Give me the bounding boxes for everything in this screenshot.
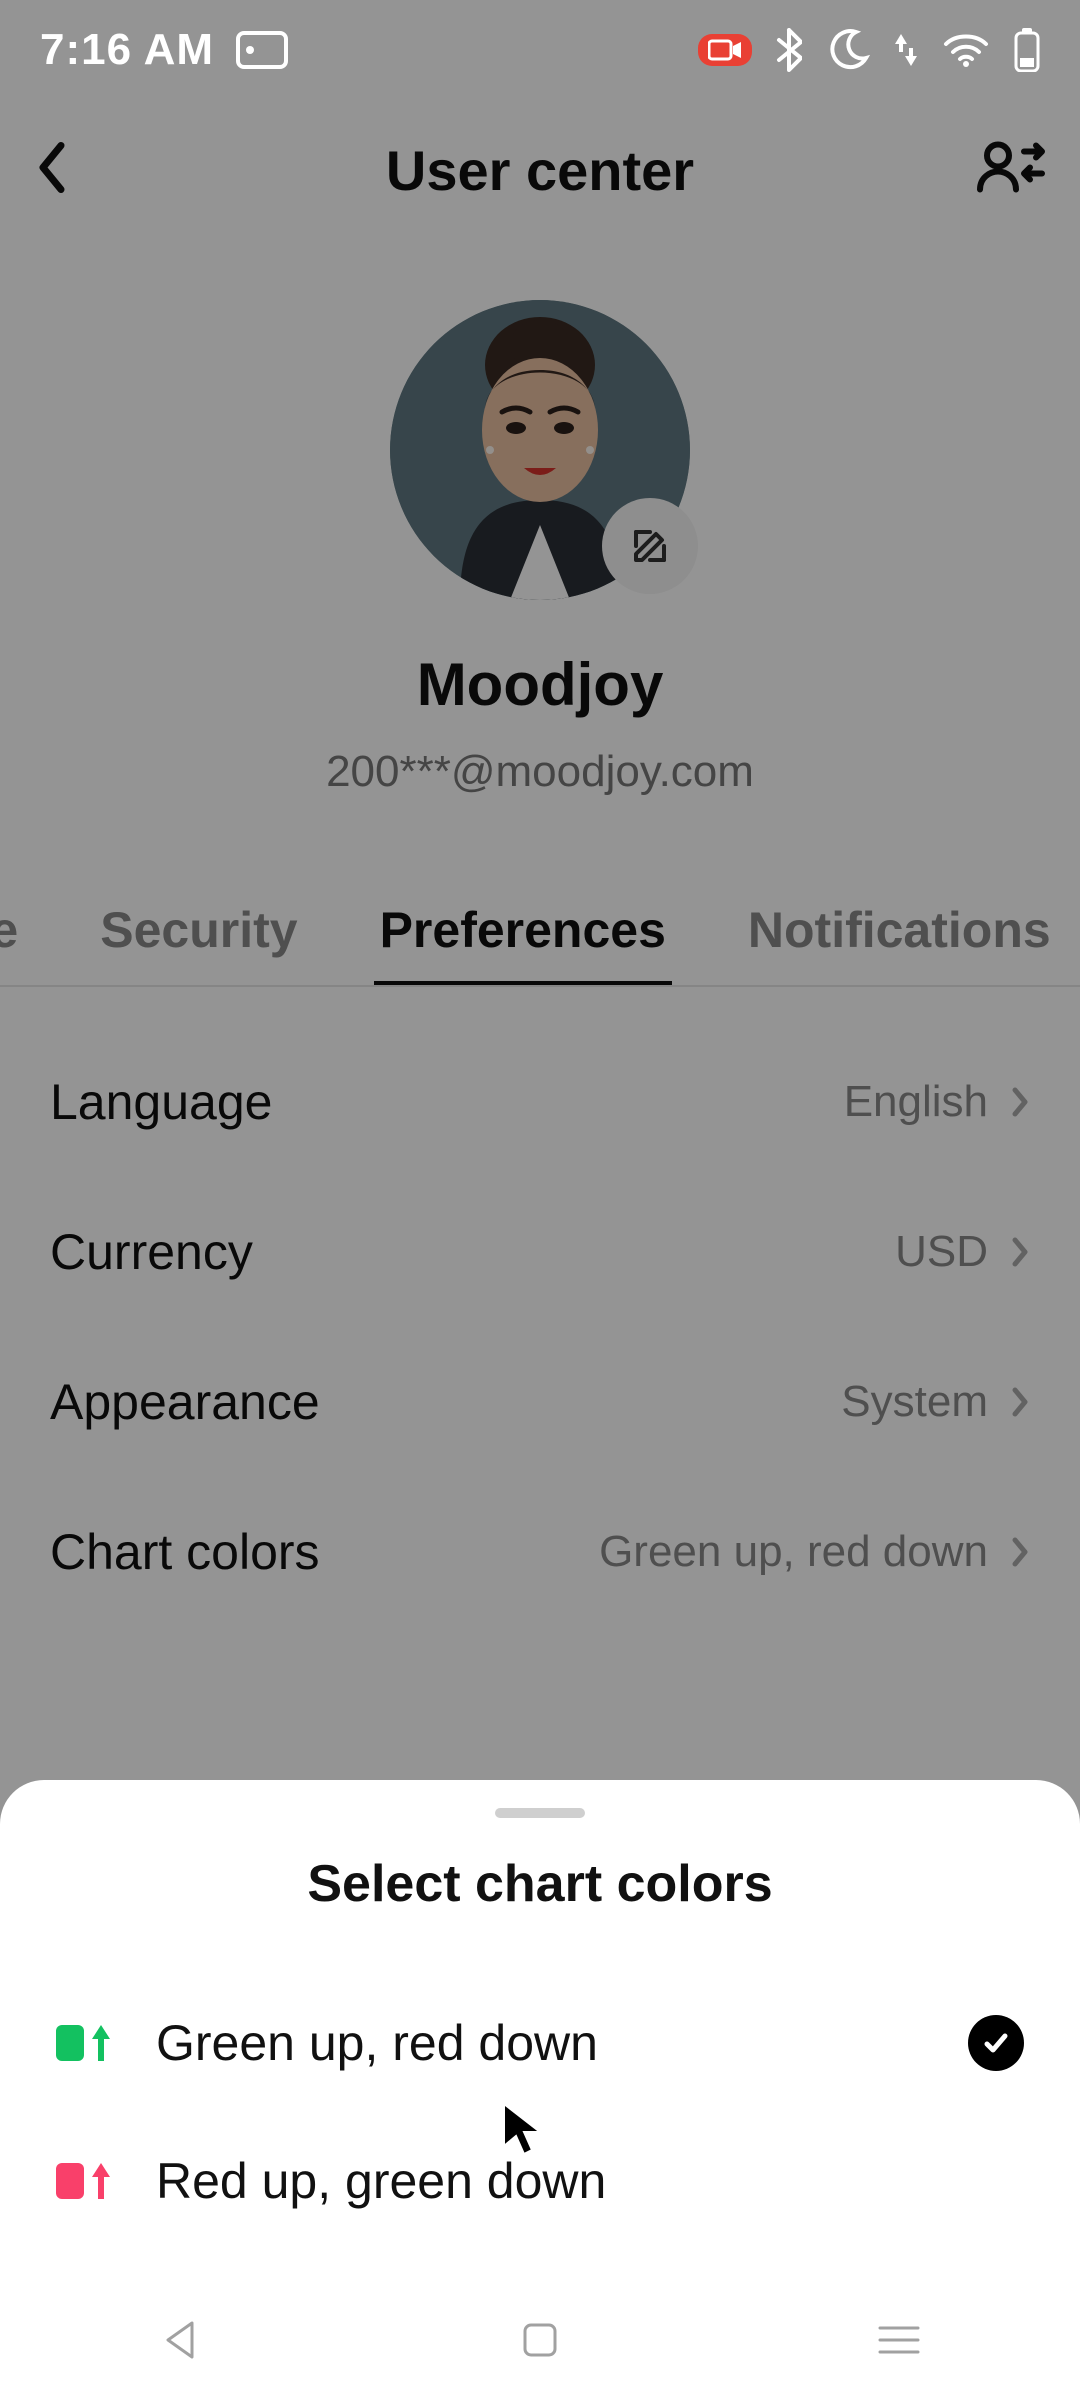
- profile-section: Moodjoy 200***@moodjoy.com: [0, 240, 1080, 877]
- option-label: Green up, red down: [156, 2014, 924, 2072]
- app-header: User center: [0, 100, 1080, 240]
- tabs: file Security Preferences Notifications: [0, 877, 1080, 987]
- tab-preferences[interactable]: Preferences: [374, 901, 672, 985]
- row-label: Currency: [50, 1223, 253, 1281]
- nav-home-icon[interactable]: [519, 2319, 561, 2361]
- status-bar: 7:16 AM: [0, 0, 1080, 100]
- tab-security[interactable]: Security: [94, 901, 303, 985]
- edit-icon: [628, 524, 672, 568]
- row-value: English: [844, 1077, 988, 1127]
- battery-icon: [1014, 28, 1040, 72]
- bluetooth-icon: [776, 28, 802, 72]
- sheet-title: Select chart colors: [0, 1854, 1080, 1914]
- chart-color-option-green-up[interactable]: Green up, red down: [0, 1974, 1080, 2112]
- row-value: Green up, red down: [599, 1527, 988, 1577]
- chevron-left-icon: [34, 138, 70, 198]
- nav-recents-icon[interactable]: [876, 2322, 922, 2358]
- profile-name: Moodjoy: [417, 650, 664, 719]
- nav-back-icon[interactable]: [158, 2317, 204, 2363]
- green-up-icon: [56, 2023, 112, 2063]
- record-indicator: [698, 34, 752, 66]
- selected-check-icon: [968, 2015, 1024, 2071]
- row-label: Appearance: [50, 1373, 320, 1431]
- chevron-right-icon: [1010, 1085, 1030, 1119]
- tab-notifications[interactable]: Notifications: [742, 901, 1057, 985]
- row-value: System: [841, 1377, 988, 1427]
- row-chart-colors[interactable]: Chart colors Green up, red down: [50, 1477, 1030, 1627]
- row-label: Language: [50, 1073, 272, 1131]
- data-transfer-icon: [894, 30, 918, 70]
- red-up-icon: [56, 2161, 112, 2201]
- profile-email: 200***@moodjoy.com: [326, 747, 754, 797]
- row-appearance[interactable]: Appearance System: [50, 1327, 1030, 1477]
- row-value: USD: [895, 1227, 988, 1277]
- cast-rect-icon: [236, 31, 288, 69]
- sheet-grabber[interactable]: [495, 1808, 585, 1818]
- back-button[interactable]: [34, 138, 70, 203]
- row-language[interactable]: Language English: [50, 1027, 1030, 1177]
- wifi-icon: [942, 32, 990, 68]
- person-swap-icon: [976, 140, 1046, 196]
- moon-icon: [826, 28, 870, 72]
- status-time: 7:16 AM: [40, 25, 214, 75]
- option-label: Red up, green down: [156, 2152, 1024, 2210]
- preferences-list: Language English Currency USD Appearance…: [0, 987, 1080, 1627]
- chevron-right-icon: [1010, 1235, 1030, 1269]
- edit-avatar-button[interactable]: [602, 498, 698, 594]
- mouse-cursor: [500, 2100, 546, 2165]
- row-currency[interactable]: Currency USD: [50, 1177, 1030, 1327]
- system-nav-bar: [0, 2280, 1080, 2400]
- chevron-right-icon: [1010, 1385, 1030, 1419]
- tab-profile[interactable]: file: [0, 901, 24, 985]
- invite-button[interactable]: [976, 140, 1046, 201]
- row-label: Chart colors: [50, 1523, 320, 1581]
- chevron-right-icon: [1010, 1535, 1030, 1569]
- page-title: User center: [386, 138, 694, 203]
